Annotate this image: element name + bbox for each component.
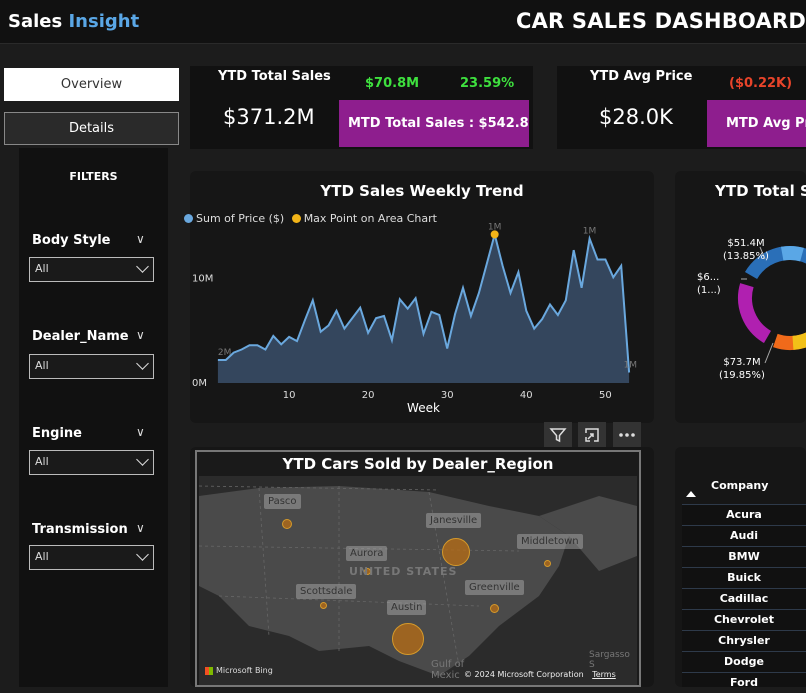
table-row[interactable]: Chrysler [682,630,806,650]
kpi-delta-value: ($0.22K) [729,76,793,91]
chevron-down-icon[interactable]: ∨ [136,328,145,342]
filter-select-body-style[interactable]: All [29,257,154,282]
kpi-card-avg-price: YTD Avg Price $28.0K ($0.22K) MTD Avg Pr… [557,66,806,149]
x-tick-label: 30 [441,390,454,401]
map-city-label: Pasco [264,494,301,509]
filters-title: FILTERS [69,170,118,183]
filter-select-transmission[interactable]: All [29,545,154,570]
table-row[interactable]: Dodge [682,651,806,671]
terms-link[interactable]: Terms [592,670,616,679]
x-tick-label: 20 [362,390,375,401]
donut-label-3: $73.7M (19.85%) [719,357,765,381]
map-bubble-greenville[interactable] [490,604,499,613]
leader-line [764,342,774,364]
filter-select-engine[interactable]: All [29,450,154,475]
map-bubble-pasco[interactable] [282,519,292,529]
donut-panel: YTD Total Sa $51.4M(13.85%) $6...(1...) … [675,171,806,423]
kpi-card-total-sales: YTD Total Sales $371.2M $70.8M 23.59% MT… [190,66,533,149]
kpi-delta-percent: 23.59% [460,76,515,91]
map-bubble-austin[interactable] [392,623,424,655]
filter-select-dealer-name[interactable]: All [29,354,154,379]
data-label: 2M [218,348,232,358]
chevron-down-icon[interactable]: ∨ [136,521,145,535]
map-bubble-scottsdale[interactable] [320,602,327,609]
x-axis-label: Week [407,401,440,415]
table-row[interactable]: Cadillac [682,588,806,608]
kpi-label: YTD Total Sales [218,69,331,84]
mtd-total-sales: MTD Total Sales : $542.82M [339,100,529,147]
focus-mode-icon[interactable] [578,422,606,448]
filters-panel: FILTERS Body Style ∨ All Dealer_Name ∨ A… [19,148,168,687]
kpi-value: $371.2M [223,105,315,129]
donut-chart-svg [738,246,806,364]
map-bubble-janesville[interactable] [442,538,470,566]
chevron-down-icon [136,548,149,561]
kpi-label: YTD Avg Price [590,69,693,84]
map-gulf-label: Gulf of Mexic [431,659,465,681]
table-row[interactable]: BMW [682,546,806,566]
filter-icon[interactable] [544,422,572,448]
kpi-delta-value: $70.8M [365,76,420,91]
chevron-down-icon [136,453,149,466]
overview-button[interactable]: Overview [4,68,179,101]
trend-chart-svg: 10 20 30 40 50 10M 0M Week 2M 1M 1M 1M [192,222,638,415]
data-label: 1M [583,227,597,237]
filter-label-transmission: Transmission [32,522,128,537]
y-tick-label: 0M [192,378,207,389]
map-canvas[interactable]: Pasco Janesville Aurora Middletown Scott… [199,476,637,685]
sort-ascending-icon[interactable] [686,491,696,497]
donut-label-2: $6... (1...) [697,272,721,296]
map-city-label: Austin [387,600,427,615]
chevron-down-icon[interactable]: ∨ [136,425,145,439]
microsoft-logo-icon [205,666,213,675]
map-city-label: Middletown [517,534,583,549]
map-city-label: Greenville [465,580,524,595]
filter-label-engine: Engine [32,426,82,441]
company-table: Acura Audi BMW Buick Cadillac Chevrolet … [682,504,806,689]
chevron-down-icon [136,357,149,370]
table-header-company[interactable]: Company [711,479,768,492]
map-city-label: Janesville [426,513,482,528]
x-tick-label: 10 [283,390,296,401]
y-tick-label: 10M [192,273,213,284]
details-button[interactable]: Details [4,112,179,145]
map-country-label: UNITED STATES [349,565,458,578]
brand-logo: Sales Insight [8,11,140,32]
bing-logo: Microsoft Bing [205,666,273,675]
map-city-label: Scottsdale [296,584,357,599]
chevron-down-icon [136,260,149,273]
table-row[interactable]: Chevrolet [682,609,806,629]
map-city-label: Aurora [346,546,388,561]
table-row[interactable]: Acura [682,504,806,524]
map-bubble-middletown[interactable] [544,560,551,567]
map-title: YTD Cars Sold by Dealer_Region [282,455,554,473]
table-row[interactable]: Ford [682,672,806,692]
filter-label-body-style: Body Style [32,233,111,248]
map-visual: YTD Cars Sold by Dealer_Region Pasco Jan… [195,450,641,687]
table-row[interactable]: Audi [682,525,806,545]
data-label: 1M [624,361,638,371]
kpi-value: $28.0K [599,105,673,129]
x-tick-label: 40 [520,390,533,401]
map-copyright: © 2024 Microsoft Corporation Terms [464,670,616,679]
dashboard-title: CAR SALES DASHBOARD [515,9,806,33]
more-options-icon[interactable] [613,422,641,448]
x-tick-label: 50 [599,390,612,401]
filter-label-dealer-name: Dealer_Name [32,329,129,344]
chevron-down-icon[interactable]: ∨ [136,232,145,246]
mtd-avg-price: MTD Avg Price [707,100,806,147]
donut-label-1: $51.4M (13.85%) [723,238,769,262]
data-label: 1M [488,222,502,232]
trend-area [217,234,630,383]
map-sargasso-label: Sargasso S [589,650,630,670]
weekly-trend-panel: YTD Sales Weekly Trend Sum of Price ($) … [184,171,654,423]
table-row[interactable]: Buick [682,567,806,587]
